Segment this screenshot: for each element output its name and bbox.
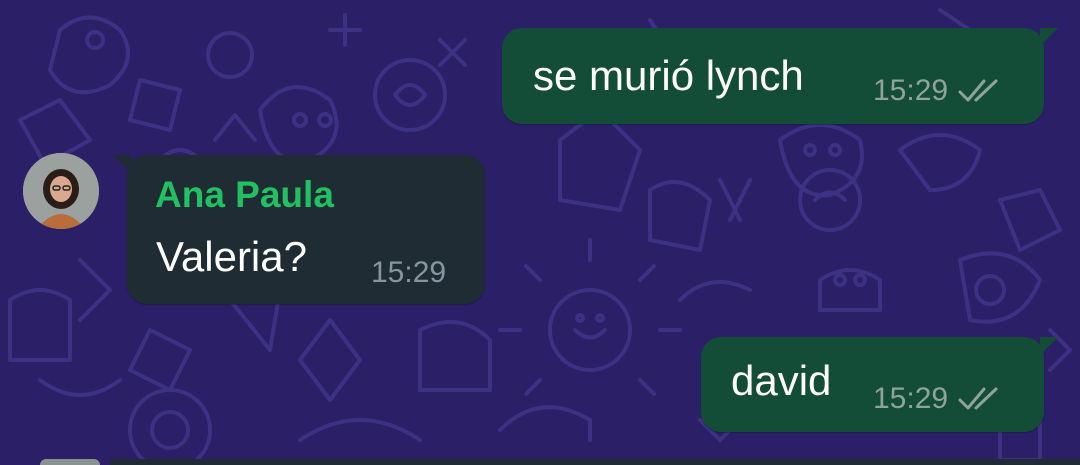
message-time: 15:29 xyxy=(873,74,949,107)
message-time: 15:29 xyxy=(873,382,949,415)
avatar-photo xyxy=(23,153,99,229)
bubble-tail xyxy=(1040,337,1058,355)
message-bubble-outgoing[interactable]: se murió lynch 15:29 xyxy=(502,28,1058,124)
bubble-tail xyxy=(1040,28,1058,46)
message-text: david xyxy=(731,357,832,404)
message-time: 15:29 xyxy=(371,256,447,289)
message-meta: 15:29 xyxy=(371,256,446,290)
sender-name[interactable]: Ana Paula xyxy=(155,174,334,216)
contact-avatar[interactable] xyxy=(23,153,99,229)
double-check-icon xyxy=(958,387,998,410)
message-bubble-outgoing[interactable]: david 15:29 xyxy=(701,337,1058,432)
bubble-tail xyxy=(113,155,131,173)
next-message-bubble-edge xyxy=(110,459,1080,465)
message-meta: 15:29 xyxy=(873,74,1002,108)
message-text: se murió lynch xyxy=(533,52,804,99)
double-check-icon xyxy=(958,79,998,102)
message-text: Valeria? xyxy=(156,233,307,280)
next-avatar-edge xyxy=(40,459,100,465)
message-meta: 15:29 xyxy=(873,382,1002,416)
message-bubble-incoming[interactable]: Ana Paula Valeria? 15:29 xyxy=(113,155,485,304)
